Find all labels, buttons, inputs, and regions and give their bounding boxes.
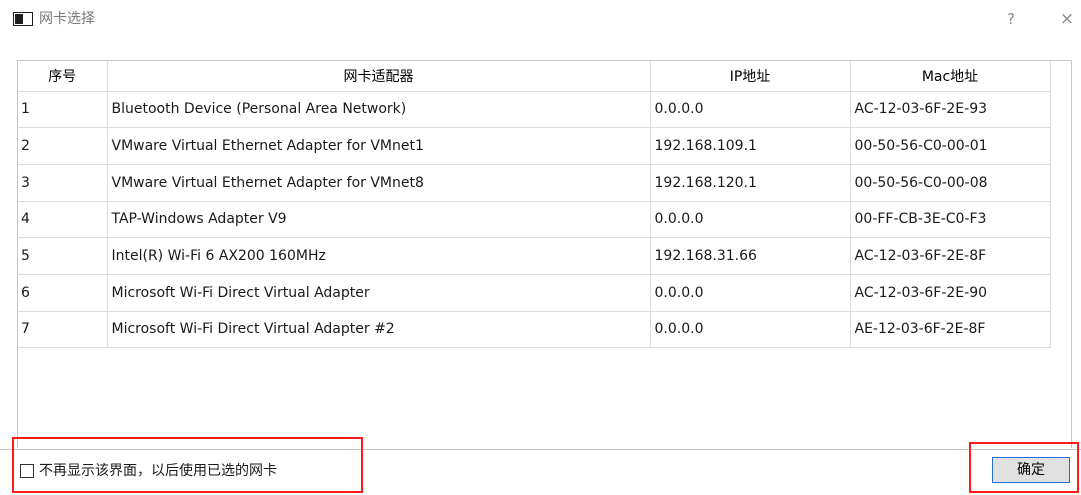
cell-mac: AC-12-03-6F-2E-90 <box>850 274 1051 312</box>
cell-index: 4 <box>18 201 108 239</box>
cell-ip: 0.0.0.0 <box>650 201 851 239</box>
window-app-icon <box>13 12 33 26</box>
close-icon[interactable]: × <box>1056 8 1078 30</box>
table-row[interactable]: 3 VMware Virtual Ethernet Adapter for VM… <box>18 164 1051 202</box>
window-title: 网卡选择 <box>39 11 95 27</box>
cell-index: 1 <box>18 91 108 129</box>
cell-adapter: Microsoft Wi-Fi Direct Virtual Adapter #… <box>107 311 651 349</box>
title-bar: 网卡选择 ? × <box>0 0 1081 38</box>
highlight-box-ok-button <box>969 442 1079 493</box>
table-row[interactable]: 1 Bluetooth Device (Personal Area Networ… <box>18 91 1051 129</box>
cell-index: 7 <box>18 311 108 349</box>
cell-mac: AE-12-03-6F-2E-8F <box>850 311 1051 349</box>
column-header-ip[interactable]: IP地址 <box>650 61 851 92</box>
cell-adapter: Bluetooth Device (Personal Area Network) <box>107 91 651 129</box>
cell-adapter: Intel(R) Wi-Fi 6 AX200 160MHz <box>107 237 651 275</box>
cell-ip: 192.168.109.1 <box>650 127 851 165</box>
column-header-mac[interactable]: Mac地址 <box>850 61 1051 92</box>
adapter-table-frame: 序号 网卡适配器 IP地址 Mac地址 1 Bluetooth Device (… <box>17 60 1072 448</box>
cell-adapter: Microsoft Wi-Fi Direct Virtual Adapter <box>107 274 651 312</box>
help-icon[interactable]: ? <box>1000 8 1022 30</box>
column-header-adapter[interactable]: 网卡适配器 <box>107 61 651 92</box>
cell-ip: 0.0.0.0 <box>650 91 851 129</box>
table-row[interactable]: 4 TAP-Windows Adapter V9 0.0.0.0 00-FF-C… <box>18 201 1051 239</box>
cell-mac: 00-50-56-C0-00-08 <box>850 164 1051 202</box>
adapter-table: 序号 网卡适配器 IP地址 Mac地址 1 Bluetooth Device (… <box>18 61 1051 349</box>
cell-mac: 00-FF-CB-3E-C0-F3 <box>850 201 1051 239</box>
cell-adapter: VMware Virtual Ethernet Adapter for VMne… <box>107 164 651 202</box>
table-row[interactable]: 2 VMware Virtual Ethernet Adapter for VM… <box>18 127 1051 165</box>
cell-ip: 0.0.0.0 <box>650 274 851 312</box>
cell-index: 3 <box>18 164 108 202</box>
cell-adapter: TAP-Windows Adapter V9 <box>107 201 651 239</box>
network-adapter-dialog: 网卡选择 ? × 序号 网卡适配器 IP地址 Mac地址 1 Bluetooth… <box>0 0 1081 495</box>
cell-adapter: VMware Virtual Ethernet Adapter for VMne… <box>107 127 651 165</box>
highlight-box-checkbox <box>12 437 363 493</box>
cell-index: 5 <box>18 237 108 275</box>
cell-ip: 0.0.0.0 <box>650 311 851 349</box>
cell-index: 2 <box>18 127 108 165</box>
cell-mac: 00-50-56-C0-00-01 <box>850 127 1051 165</box>
table-header-row: 序号 网卡适配器 IP地址 Mac地址 <box>18 61 1051 92</box>
cell-mac: AC-12-03-6F-2E-8F <box>850 237 1051 275</box>
column-header-index[interactable]: 序号 <box>18 61 108 92</box>
table-row[interactable]: 6 Microsoft Wi-Fi Direct Virtual Adapter… <box>18 274 1051 312</box>
table-row[interactable]: 5 Intel(R) Wi-Fi 6 AX200 160MHz 192.168.… <box>18 237 1051 275</box>
cell-ip: 192.168.31.66 <box>650 237 851 275</box>
table-row[interactable]: 7 Microsoft Wi-Fi Direct Virtual Adapter… <box>18 311 1051 349</box>
cell-mac: AC-12-03-6F-2E-93 <box>850 91 1051 129</box>
cell-index: 6 <box>18 274 108 312</box>
cell-ip: 192.168.120.1 <box>650 164 851 202</box>
